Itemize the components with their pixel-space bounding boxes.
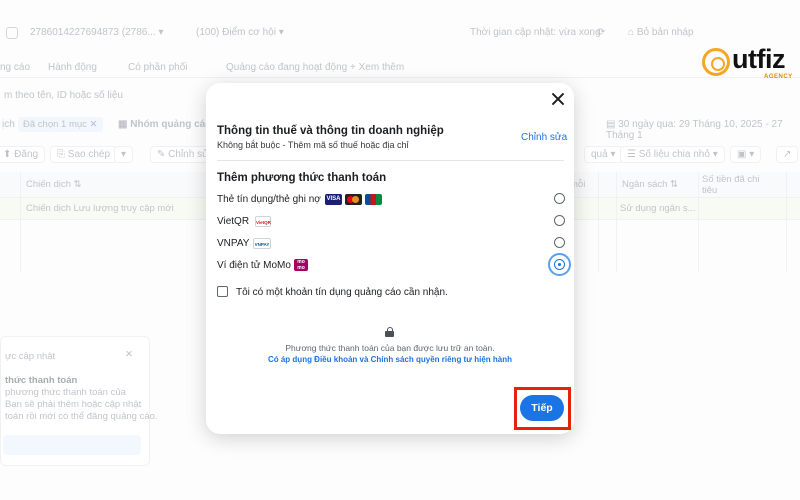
payment-option-label: VNPAY	[217, 238, 250, 249]
credit-line-label: Tôi có một khoản tín dụng quảng cáo cần …	[236, 287, 448, 298]
vietqr-icon: VietQR	[255, 216, 271, 227]
brand-logo: utfiz AGENCY	[702, 40, 792, 84]
payment-option-label: Ví điện tử MoMo	[217, 260, 291, 271]
payment-option-label: VietQR	[217, 216, 250, 227]
payment-option-card[interactable]: Thẻ tín dụng/thẻ ghi nợ VISA	[217, 191, 567, 209]
close-icon[interactable]	[550, 91, 566, 107]
visa-icon: VISA	[325, 194, 342, 205]
tax-info-title: Thông tin thuế và thông tin doanh nghiệp	[217, 125, 444, 137]
momo-icon: mo mo	[294, 259, 308, 271]
vnpay-icon: VNPAY	[253, 238, 271, 249]
logo-ring-icon	[702, 48, 730, 76]
payment-option-label: Thẻ tín dụng/thẻ ghi nợ	[217, 194, 321, 205]
logo-text: utfiz	[732, 44, 785, 74]
next-button[interactable]: Tiếp	[520, 395, 564, 421]
radio-momo[interactable]	[554, 259, 565, 270]
radio-vnpay[interactable]	[554, 237, 565, 248]
logo-subtext: AGENCY	[764, 74, 793, 80]
mastercard-icon	[345, 194, 362, 205]
radio-card[interactable]	[554, 193, 565, 204]
payment-method-dialog: Thông tin thuế và thông tin doanh nghiệp…	[206, 83, 574, 434]
secure-storage-text: Phương thức thanh toán của bạn được lưu …	[285, 343, 495, 353]
divider	[217, 160, 564, 161]
credit-line-checkbox[interactable]	[217, 286, 228, 297]
jcb-icon	[365, 194, 382, 205]
lock-icon	[385, 327, 394, 337]
payment-section-title: Thêm phương thức thanh toán	[217, 172, 387, 184]
radio-vietqr[interactable]	[554, 215, 565, 226]
payment-option-vietqr[interactable]: VietQR VietQR	[217, 213, 567, 231]
terms-link[interactable]: Có áp dụng Điều khoản và Chính sách quyề…	[206, 355, 574, 364]
payment-option-vnpay[interactable]: VNPAY VNPAY	[217, 235, 567, 253]
edit-tax-info-link[interactable]: Chỉnh sửa	[521, 132, 567, 143]
tax-info-subtitle: Không bắt buộc - Thêm mã số thuế hoặc đị…	[217, 140, 409, 150]
payment-option-momo[interactable]: Ví điện tử MoMo mo mo	[217, 253, 571, 276]
